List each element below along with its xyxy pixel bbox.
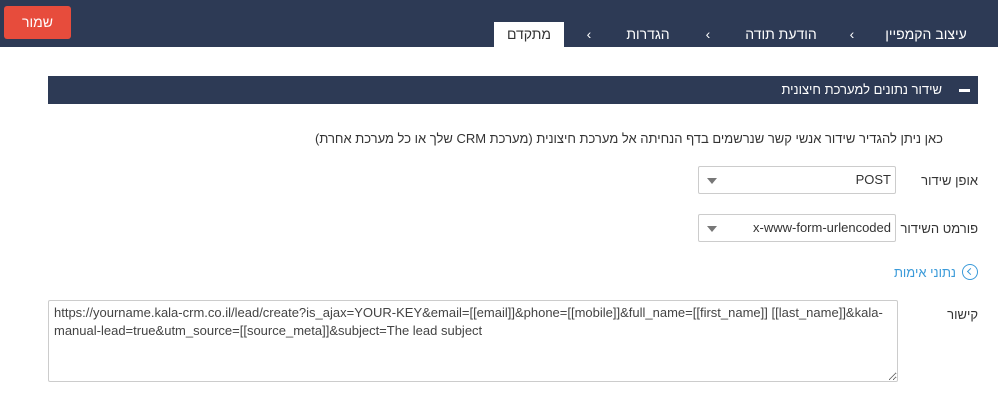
- chevron-left-icon: ‹: [586, 26, 592, 42]
- url-textarea[interactable]: https://yourname.kala-crm.co.il/lead/cre…: [48, 300, 898, 382]
- top-navigation-bar: שמור עיצוב הקמפיין ‹ הודעת תודה ‹ הגדרות…: [0, 0, 998, 47]
- method-select[interactable]: POST: [698, 166, 896, 194]
- auth-label: נתוני אימות: [893, 264, 956, 280]
- save-button[interactable]: שמור: [4, 6, 71, 39]
- method-value: POST: [855, 172, 891, 187]
- auth-toggle[interactable]: נתוני אימות: [894, 263, 978, 281]
- tab-campaign-design[interactable]: עיצוב הקמפיין: [878, 22, 974, 47]
- caret-down-icon: [707, 226, 717, 232]
- chevron-left-icon: ‹: [849, 26, 855, 42]
- minus-icon[interactable]: [959, 89, 970, 92]
- url-label: קישור: [947, 307, 978, 322]
- panel-description: כאן ניתן להגדיר שידור אנשי קשר שנרשמים ב…: [315, 131, 943, 146]
- tab-thank-you-message[interactable]: הודעת תודה: [736, 22, 826, 47]
- caret-down-icon: [707, 178, 717, 184]
- chevron-circle-left-icon: [962, 264, 978, 280]
- tab-settings[interactable]: הגדרות: [614, 22, 682, 47]
- method-label: אופן שידור: [921, 173, 978, 188]
- chevron-left-icon: ‹: [705, 26, 711, 42]
- tab-advanced[interactable]: מתקדם: [494, 22, 564, 47]
- format-value: x-www-form-urlencoded: [753, 220, 891, 235]
- panel-title: שידור נתונים למערכת חיצונית: [781, 82, 942, 97]
- format-label: פורמט השידור: [900, 221, 978, 236]
- format-select[interactable]: x-www-form-urlencoded: [698, 214, 896, 242]
- panel-header[interactable]: שידור נתונים למערכת חיצונית: [48, 76, 978, 104]
